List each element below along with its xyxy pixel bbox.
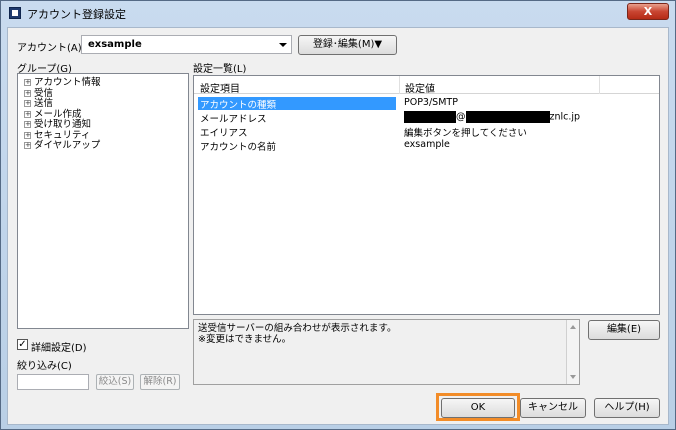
ok-button[interactable]: OK xyxy=(441,398,515,418)
account-select-value: exsample xyxy=(88,39,142,50)
expand-icon[interactable]: + xyxy=(24,89,31,97)
redacted-block xyxy=(465,111,550,123)
settings-table: 設定項目 設定値 アカウントの種類 POP3/SMTP メールアドレス @ znl… xyxy=(193,75,660,315)
column-header-item[interactable]: 設定項目 xyxy=(200,80,240,95)
expand-icon[interactable]: + xyxy=(24,100,31,107)
help-button[interactable]: ヘルプ(H) xyxy=(594,398,660,418)
expand-icon[interactable]: + xyxy=(24,121,31,128)
tree-item-dialup[interactable]: + ダイヤルアップ xyxy=(18,141,188,152)
redacted-block xyxy=(404,111,456,123)
description-scrollbar[interactable] xyxy=(566,320,579,384)
scroll-up-icon[interactable] xyxy=(570,325,576,329)
row-item: エイリアス xyxy=(200,128,248,139)
scroll-down-icon[interactable] xyxy=(570,375,576,379)
account-settings-window: アカウント登録設定 X アカウント(A) exsample 登録･編集(M)▼ … xyxy=(0,0,676,430)
filter-clear-button[interactable]: 解除(R) xyxy=(140,374,180,390)
expand-icon[interactable]: + xyxy=(24,110,31,118)
filter-input[interactable] xyxy=(17,374,89,390)
filter-label: 絞り込み(C) xyxy=(17,361,72,372)
filter-apply-button[interactable]: 絞込(S) xyxy=(96,374,134,390)
app-icon xyxy=(9,7,21,19)
row-item: メールアドレス xyxy=(200,114,267,125)
advanced-checkbox[interactable]: ✓ xyxy=(17,339,28,350)
row-value: POP3/SMTP xyxy=(404,97,458,108)
register-edit-button[interactable]: 登録･編集(M)▼ xyxy=(298,35,397,55)
checkmark-icon: ✓ xyxy=(18,339,27,350)
chevron-down-icon xyxy=(279,43,287,47)
column-divider[interactable] xyxy=(599,76,600,94)
table-row[interactable]: アカウントの名前 exsample xyxy=(194,138,659,153)
description-box: 送受信サーバーの組み合わせが表示されます。 ※変更はできません。 xyxy=(193,319,580,385)
cancel-button[interactable]: キャンセル xyxy=(520,398,586,418)
column-header-value[interactable]: 設定値 xyxy=(405,80,435,95)
table-row[interactable]: メールアドレス @ znlc.jp xyxy=(194,110,659,125)
expand-icon[interactable]: + xyxy=(24,131,31,139)
expand-icon[interactable]: + xyxy=(24,79,31,86)
group-tree[interactable]: + アカウント情報 + 受信 + 送信 + メール作成 + 受け取り通知 + セキュリティ … xyxy=(17,73,189,329)
settings-list-label: 設定一覧(L) xyxy=(193,64,247,75)
account-select[interactable]: exsample xyxy=(81,35,292,54)
table-row[interactable]: エイリアス 編集ボタンを押してください xyxy=(194,124,659,139)
description-line: 送受信サーバーの組み合わせが表示されます。 xyxy=(198,323,397,334)
table-header: 設定項目 設定値 xyxy=(194,76,659,95)
row-item: アカウントの名前 xyxy=(200,142,277,153)
description-line: ※変更はできません。 xyxy=(198,334,292,345)
dialog-body: アカウント(A) exsample 登録･編集(M)▼ グループ(G) 設定一覧… xyxy=(7,27,669,425)
title-bar: アカウント登録設定 X xyxy=(1,1,675,25)
row-value: @ znlc.jp xyxy=(404,111,580,123)
column-divider[interactable] xyxy=(399,76,400,94)
close-button[interactable]: X xyxy=(627,3,669,20)
edit-button[interactable]: 編集(E) xyxy=(588,320,660,340)
table-row[interactable]: アカウントの種類 POP3/SMTP xyxy=(194,96,659,111)
advanced-label[interactable]: 詳細設定(D) xyxy=(31,339,87,354)
row-item: アカウントの種類 xyxy=(198,97,396,111)
expand-icon[interactable]: + xyxy=(24,142,31,149)
row-value: 編集ボタンを押してください xyxy=(404,128,527,139)
window-title: アカウント登録設定 xyxy=(27,8,126,21)
row-value: exsample xyxy=(404,139,450,150)
account-label: アカウント(A) xyxy=(17,43,82,54)
